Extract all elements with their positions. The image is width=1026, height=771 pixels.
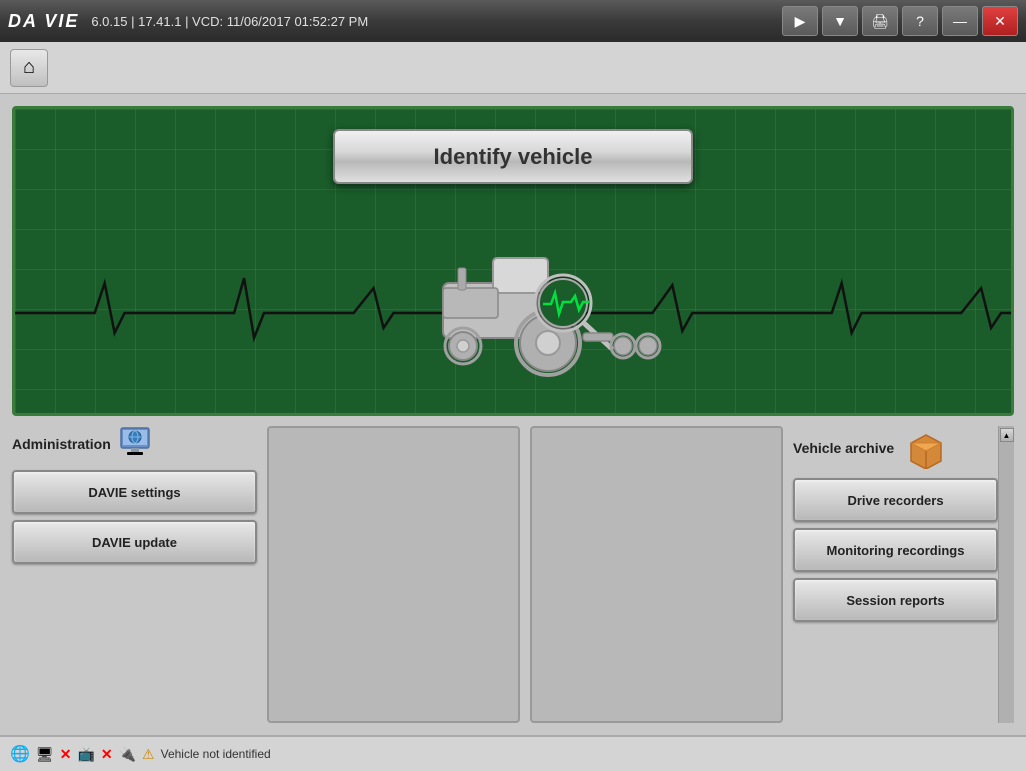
tractor-icon [353,223,673,383]
globe-icon: 🌐 [10,744,30,764]
home-icon: ⌂ [23,56,35,79]
admin-panel-header: Administration [12,426,257,462]
tractor-svg [363,228,663,378]
gray-panel-2 [530,426,783,723]
session-reports-button[interactable]: Session reports [793,578,998,622]
monitoring-recordings-label: Monitoring recordings [827,543,965,558]
administration-panel: Administration DAVIE se [12,426,257,723]
session-reports-label: Session reports [846,593,944,608]
help-button[interactable]: ? [902,6,938,36]
davie-settings-label: DAVIE settings [88,485,180,500]
connector-icon: 🔌 [119,746,136,763]
close-button[interactable]: ✕ [982,6,1018,36]
scroll-up-arrow[interactable]: ▲ [1000,428,1014,442]
vehicle-archive-panel: Vehicle archive Drive recorders Monito [793,426,998,723]
middle-panels [267,426,783,723]
admin-title: Administration [12,436,111,452]
archive-panel-header: Vehicle archive [793,426,998,470]
davie-settings-button[interactable]: DAVIE settings [12,470,257,514]
archive-title: Vehicle archive [793,440,894,456]
home-button[interactable]: ⌂ [10,49,48,87]
device-icon: 📺 [77,746,94,763]
identify-vehicle-button[interactable]: Identify vehicle [333,129,693,184]
network-error-icon: ✕ [60,746,72,763]
monitoring-recordings-button[interactable]: Monitoring recordings [793,528,998,572]
davie-update-label: DAVIE update [92,535,177,550]
archive-icon [902,426,950,470]
drive-recorders-button[interactable]: Drive recorders [793,478,998,522]
forward-button[interactable]: ▶ [782,6,818,36]
admin-icon [119,426,159,462]
app-logo: DA VIE [8,11,79,32]
diagnostic-panel: Identify vehicle [12,106,1014,416]
status-text: Vehicle not identified [161,747,271,761]
status-bar: 🌐 🖥 ✕ 📺 ✕ 🔌 ⚠ Vehicle not identified [0,735,1026,771]
toolbar: ⌂ [0,42,1026,94]
identify-vehicle-label: Identify vehicle [434,144,593,170]
scrollbar[interactable]: ▲ [998,426,1014,723]
archive-area: Vehicle archive Drive recorders Monito [793,426,1014,723]
main-content: Identify vehicle [0,94,1026,735]
dropdown-button[interactable]: ▼ [822,6,858,36]
network-icon: 🖥 [36,746,54,763]
gray-panel-1 [267,426,520,723]
drive-recorders-label: Drive recorders [847,493,943,508]
version-info: 6.0.15 | 17.41.1 | VCD: 11/06/2017 01:52… [91,14,778,29]
print-button[interactable]: 🖨 [862,6,898,36]
device-error-icon: ✕ [101,746,113,763]
bottom-area: Administration DAVIE se [12,426,1014,723]
minimize-button[interactable]: — [942,6,978,36]
warning-icon: ⚠ [142,746,155,763]
davie-update-button[interactable]: DAVIE update [12,520,257,564]
title-bar: DA VIE 6.0.15 | 17.41.1 | VCD: 11/06/201… [0,0,1026,42]
